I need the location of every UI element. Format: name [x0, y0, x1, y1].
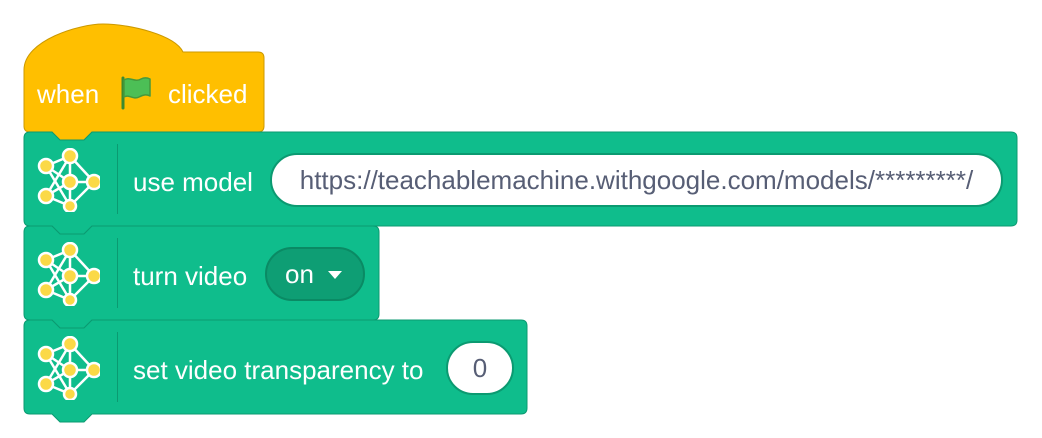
script-canvas: when clicked use model https://teachable…	[0, 0, 1042, 438]
turn-video-label: turn video	[133, 261, 248, 291]
chevron-down-icon	[327, 271, 342, 279]
green-flag-icon	[121, 76, 151, 110]
transparency-input[interactable]: 0	[446, 341, 514, 395]
block-divider	[117, 144, 118, 214]
clicked-label: clicked	[168, 79, 248, 109]
block-divider	[117, 238, 118, 308]
neural-network-icon	[37, 336, 100, 400]
set-video-transparency-label: set video transparency to	[133, 355, 424, 385]
use-model-label: use model	[133, 167, 253, 197]
neural-network-icon	[37, 242, 100, 306]
neural-network-icon	[37, 148, 100, 212]
model-url-input[interactable]: https://teachablemachine.withgoogle.com/…	[270, 153, 1003, 207]
when-label: when	[37, 79, 100, 109]
video-state-value: on	[285, 258, 314, 289]
block-divider	[117, 332, 118, 402]
video-state-dropdown[interactable]: on	[265, 247, 365, 301]
